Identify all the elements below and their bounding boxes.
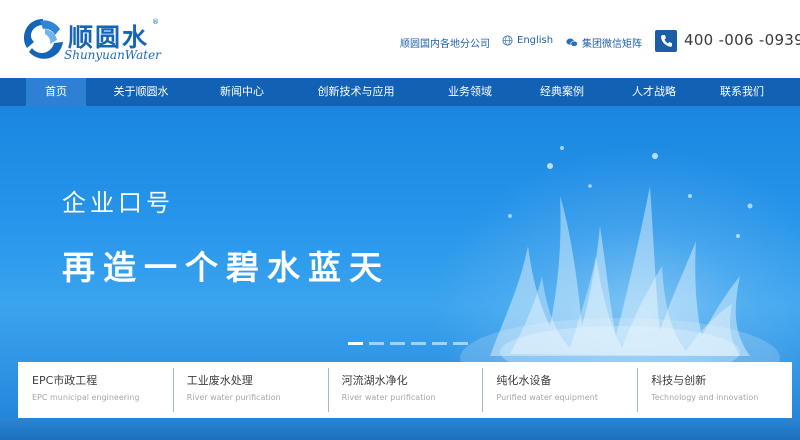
registered-mark: ® xyxy=(152,18,159,26)
service-item-purified-water[interactable]: 纯化水设备 Purified water equipment xyxy=(482,362,637,418)
service-subtitle: Technology and innovation xyxy=(651,393,759,402)
service-item-river-lake[interactable]: 河流湖水净化 River water purification xyxy=(327,362,483,418)
carousel-indicators xyxy=(348,342,468,345)
service-title: 科技与创新 xyxy=(651,374,707,387)
service-title: EPC市政工程 xyxy=(32,374,98,387)
service-item-epc[interactable]: EPC市政工程 EPC municipal engineering xyxy=(18,362,173,418)
carousel-dot[interactable] xyxy=(369,342,384,345)
nav-item-business[interactable]: 业务领域 xyxy=(424,78,516,106)
nav-item-cases[interactable]: 经典案例 xyxy=(516,78,608,106)
service-subtitle: EPC municipal engineering xyxy=(32,393,140,402)
service-subtitle: Purified water equipment xyxy=(496,393,598,402)
carousel-dot[interactable] xyxy=(390,342,405,345)
service-strip: EPC市政工程 EPC municipal engineering 工业废水处理… xyxy=(18,362,792,418)
service-subtitle: River water purification xyxy=(186,393,281,402)
logo-mark-icon xyxy=(24,19,63,59)
globe-icon xyxy=(502,35,513,46)
site-logo[interactable]: 顺圆水 ® ShunyuanWater xyxy=(20,14,170,66)
service-title: 纯化水设备 xyxy=(496,374,552,387)
service-item-industrial-wastewater[interactable]: 工业废水处理 River water purification xyxy=(172,362,328,418)
carousel-dot[interactable] xyxy=(453,342,468,345)
carousel-dot[interactable] xyxy=(432,342,447,345)
english-link[interactable]: English xyxy=(502,35,553,46)
carousel-dot[interactable] xyxy=(411,342,426,345)
wechat-matrix-link[interactable]: 集团微信矩阵 xyxy=(566,35,642,50)
phone-icon xyxy=(655,30,677,52)
nav-item-home[interactable]: 首页 xyxy=(26,78,86,106)
logo-english-name: ShunyuanWater xyxy=(64,48,161,62)
wechat-link-label: 集团微信矩阵 xyxy=(582,39,642,50)
branches-link[interactable]: 顺圆国内各地分公司 xyxy=(400,35,490,50)
service-subtitle: River water purification xyxy=(341,393,436,402)
slogan-headline: 再造一个碧水蓝天 xyxy=(62,248,390,287)
hotline-number: 400 -006 -0939 xyxy=(684,31,800,49)
nav-item-about[interactable]: 关于顺圆水 xyxy=(86,78,196,106)
main-nav: 首页 关于顺圆水 新闻中心 创新技术与应用 业务领域 经典案例 人才战略 联系我… xyxy=(0,78,800,106)
banner-bottom-strip xyxy=(0,418,800,440)
service-item-technology[interactable]: 科技与创新 Technology and innovation xyxy=(637,362,792,418)
service-title: 河流湖水净化 xyxy=(341,374,408,387)
service-title: 工业废水处理 xyxy=(186,374,253,387)
nav-item-talent[interactable]: 人才战略 xyxy=(608,78,700,106)
site-header: 顺圆水 ® ShunyuanWater 顺圆国内各地分公司 English 集团… xyxy=(0,0,800,78)
english-link-label: English xyxy=(517,35,554,46)
slogan-label: 企业口号 xyxy=(62,189,174,217)
wechat-icon xyxy=(566,38,578,47)
carousel-dot[interactable] xyxy=(348,342,363,345)
nav-item-contact[interactable]: 联系我们 xyxy=(700,78,784,106)
nav-item-news[interactable]: 新闻中心 xyxy=(196,78,288,106)
nav-item-technology[interactable]: 创新技术与应用 xyxy=(288,78,424,106)
